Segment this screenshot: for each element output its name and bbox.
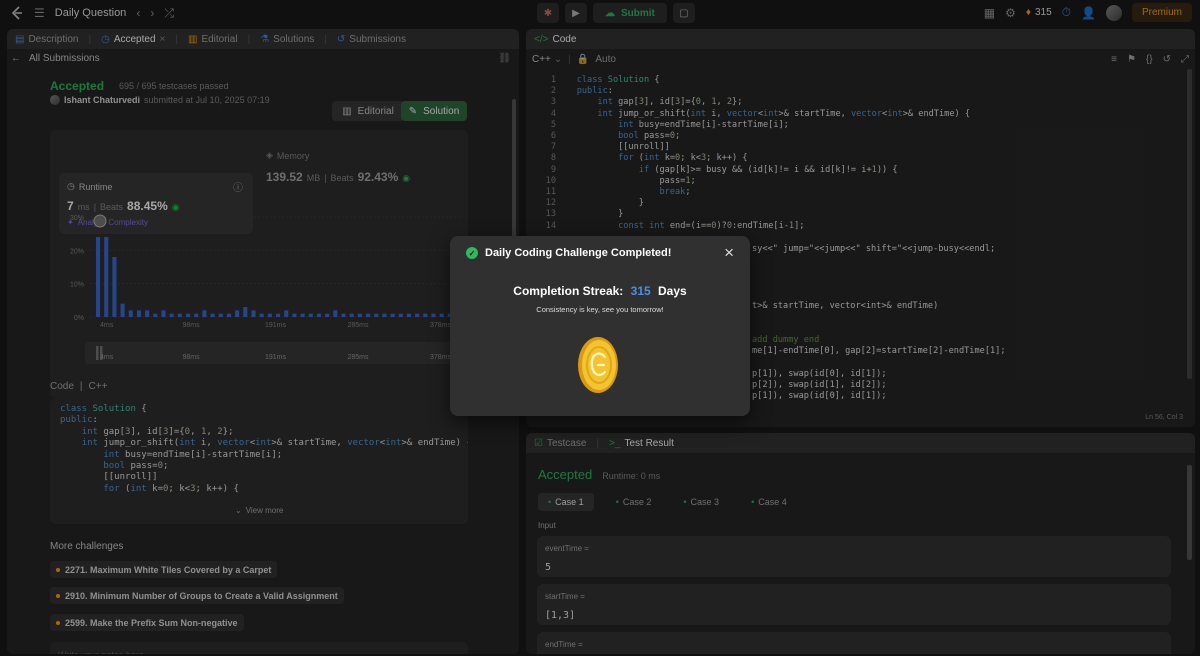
completion-streak: Completion Streak: 315 Days [450, 284, 750, 298]
modal-title: Daily Coding Challenge Completed! [485, 247, 672, 259]
modal-message: Consistency is key, see you tomorrow! [536, 305, 664, 314]
streak-unit: Days [658, 284, 687, 298]
streak-label: Completion Streak: [513, 284, 624, 298]
check-circle-icon: ✓ [466, 247, 478, 259]
daily-challenge-modal: ✓ Daily Coding Challenge Completed! × Co… [450, 236, 750, 416]
coin-icon [578, 337, 618, 393]
streak-value: 315 [630, 284, 651, 298]
close-icon[interactable]: × [724, 243, 734, 263]
